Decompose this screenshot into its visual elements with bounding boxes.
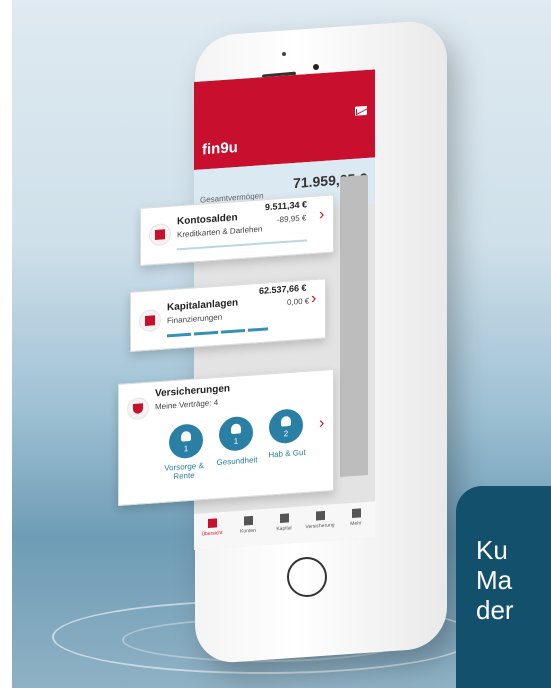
- card-value-secondary: 0,00 €: [287, 296, 310, 308]
- progress-segment: [221, 328, 245, 334]
- chevron-right-icon[interactable]: ›: [319, 415, 324, 433]
- tab-label: Kapital: [276, 525, 292, 533]
- progress-segment: [167, 332, 191, 338]
- card-title: Kapitalanlagen: [167, 297, 239, 314]
- insurance-count: 2: [283, 429, 289, 439]
- umbrella-icon: [281, 415, 291, 427]
- promo-line-3: der: [476, 595, 514, 625]
- insurance-count: 1: [183, 444, 189, 454]
- chevron-right-icon[interactable]: ›: [319, 206, 324, 224]
- card-versicherungen[interactable]: Versicherungen Meine Verträge: 4 › 1 1 2…: [118, 368, 334, 506]
- tab-label: Versicherung: [305, 522, 335, 531]
- grid-icon: [351, 508, 361, 518]
- app-header: fin9u: [194, 69, 375, 170]
- insurance-label: Hab & Gut: [268, 447, 306, 460]
- insurance-hab-gut[interactable]: 2: [269, 408, 303, 445]
- promo-line-1: Ku: [476, 535, 508, 565]
- chart-icon: [279, 513, 289, 524]
- progress-segment: [248, 327, 268, 332]
- tab-label: Übersicht: [201, 530, 223, 538]
- shield-icon: [127, 396, 149, 421]
- promo-line-2: Ma: [476, 565, 513, 595]
- promo-text: Ku Ma der: [476, 535, 551, 625]
- progress-track: [177, 239, 307, 251]
- card-value: 62.537,66 €: [259, 282, 307, 296]
- wallet-icon: [243, 515, 253, 526]
- tab-versicherung[interactable]: Versicherung: [302, 510, 338, 531]
- app-logo: fin9u: [202, 138, 238, 159]
- card-value: 9.511,34 €: [265, 199, 308, 213]
- person-icon: [181, 430, 191, 442]
- mail-icon[interactable]: [355, 105, 367, 116]
- tab-label: Konten: [240, 527, 256, 535]
- insurance-label: Vorsorge & Rente: [164, 461, 204, 482]
- card-value-secondary: -89,95 €: [277, 213, 307, 225]
- tab-uebersicht[interactable]: Übersicht: [194, 517, 230, 538]
- chart-icon: [139, 308, 161, 333]
- insurance-gesundheit[interactable]: 1: [219, 415, 253, 452]
- tab-label: Mehr: [350, 520, 362, 528]
- card-title: Kontosalden: [177, 212, 238, 228]
- sensor-dot: [282, 52, 286, 56]
- tab-mehr[interactable]: Mehr: [338, 507, 374, 528]
- card-subtitle: Finanzierungen: [167, 312, 223, 326]
- card-subtitle: Kreditkarten & Darlehen: [177, 224, 263, 240]
- insurance-vorsorge[interactable]: 1: [169, 423, 203, 460]
- tab-kapital[interactable]: Kapital: [266, 512, 302, 533]
- tab-konten[interactable]: Konten: [230, 515, 266, 536]
- wallet-icon: [149, 222, 171, 247]
- insurance-count: 1: [233, 436, 239, 446]
- heart-icon: [231, 423, 241, 435]
- shield-icon: [315, 510, 325, 521]
- front-camera: [313, 64, 319, 70]
- home-icon: [207, 518, 217, 529]
- chevron-right-icon[interactable]: ›: [311, 290, 316, 308]
- progress-segment: [194, 330, 218, 336]
- card-title: Versicherungen: [155, 383, 231, 400]
- home-button[interactable]: [287, 557, 327, 597]
- content-shadow-panel: [340, 175, 368, 477]
- card-subtitle: Meine Verträge: 4: [155, 397, 219, 412]
